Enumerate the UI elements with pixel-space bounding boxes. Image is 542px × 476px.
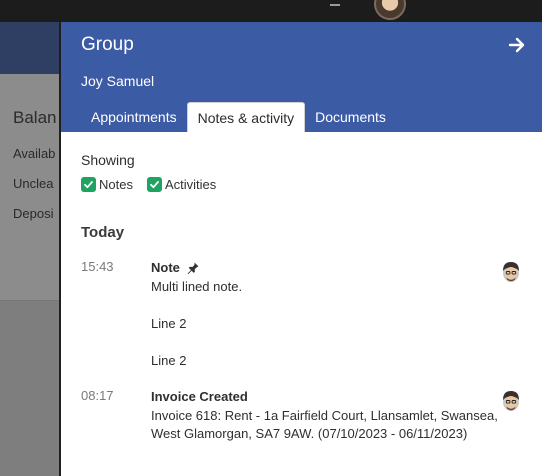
drawer-tabs: Appointments Notes & activity Documents bbox=[81, 102, 396, 132]
activity-entry: 15:43 Note Multi lined note. Line 2 Line… bbox=[81, 259, 522, 370]
activity-entry: 08:17 Invoice Created Invoice 618: Rent … bbox=[81, 388, 522, 444]
filter-activities[interactable]: Activities bbox=[146, 177, 217, 192]
filter-activities-label: Activities bbox=[164, 177, 217, 192]
filter-notes-label: Notes bbox=[99, 177, 133, 192]
day-heading: Today bbox=[81, 224, 125, 241]
balance-row: Availab bbox=[13, 146, 56, 161]
entry-title-row: Invoice Created bbox=[151, 388, 522, 407]
entry-content: Invoice Created Invoice 618: Rent - 1a F… bbox=[151, 388, 522, 444]
drawer-body: Showing Notes Activities Today 15:43 Not… bbox=[61, 152, 542, 444]
app-header bbox=[0, 22, 60, 74]
topbar-menu-icon[interactable] bbox=[330, 4, 340, 6]
balance-title: Balan bbox=[13, 108, 57, 127]
pin-icon[interactable] bbox=[186, 261, 200, 275]
tab-appointments[interactable]: Appointments bbox=[81, 102, 187, 132]
entry-time: 15:43 bbox=[81, 259, 114, 274]
entry-time: 08:17 bbox=[81, 388, 114, 403]
lower-panel bbox=[0, 300, 60, 476]
checkmark-icon[interactable] bbox=[81, 177, 96, 192]
group-drawer: Group Joy Samuel Appointments Notes & ac… bbox=[59, 22, 542, 476]
entry-body: Invoice 618: Rent - 1a Fairfield Court, … bbox=[151, 407, 498, 442]
contact-name: Joy Samuel bbox=[81, 73, 155, 89]
tab-documents[interactable]: Documents bbox=[305, 102, 396, 132]
author-avatar-icon bbox=[503, 391, 519, 411]
entry-title: Invoice Created bbox=[151, 389, 248, 404]
arrow-right-icon[interactable] bbox=[506, 34, 528, 56]
showing-label: Showing bbox=[81, 152, 135, 168]
entry-title: Note bbox=[151, 260, 180, 275]
app-topbar bbox=[0, 0, 542, 22]
filter-group: Notes Activities bbox=[81, 177, 522, 192]
drawer-header: Group Joy Samuel Appointments Notes & ac… bbox=[61, 22, 542, 132]
filter-notes[interactable]: Notes bbox=[81, 177, 133, 192]
tab-notes-activity[interactable]: Notes & activity bbox=[186, 102, 306, 132]
balance-row: Unclea bbox=[13, 176, 54, 191]
checkmark-icon[interactable] bbox=[146, 177, 162, 192]
entry-body: Multi lined note. Line 2 Line 2 bbox=[151, 278, 243, 368]
author-avatar-icon bbox=[503, 262, 519, 282]
entry-title-row: Note bbox=[151, 259, 522, 278]
drawer-title: Group bbox=[81, 34, 134, 55]
balance-row: Deposi bbox=[13, 206, 54, 221]
entry-content: Note Multi lined note. Line 2 Line 2 bbox=[151, 259, 522, 370]
